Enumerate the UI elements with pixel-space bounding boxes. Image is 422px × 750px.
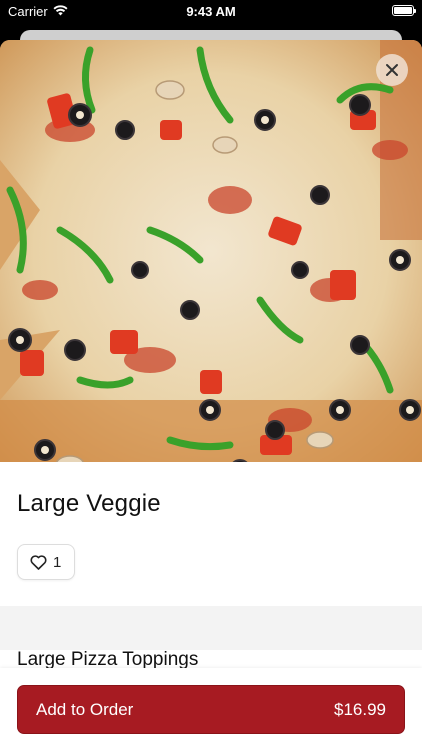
price-label: $16.99 — [334, 699, 386, 719]
status-bar: Carrier 9:43 AM — [0, 0, 422, 22]
product-detail-sheet: Large Veggie 1 Large Pizza Toppings Add … — [0, 40, 422, 750]
add-to-order-button[interactable]: Add to Order $16.99 — [17, 685, 405, 734]
order-footer: Add to Order $16.99 — [0, 668, 422, 750]
add-to-order-label: Add to Order — [36, 699, 134, 719]
heart-icon — [30, 554, 47, 570]
status-time: 9:43 AM — [186, 4, 236, 19]
battery-icon — [392, 5, 416, 16]
section-divider — [0, 606, 422, 650]
like-count: 1 — [53, 553, 62, 571]
product-title: Large Veggie — [17, 490, 161, 517]
pizza-photo — [0, 40, 422, 462]
like-button[interactable]: 1 — [17, 544, 76, 580]
close-button[interactable] — [376, 54, 408, 86]
close-icon — [386, 64, 398, 76]
